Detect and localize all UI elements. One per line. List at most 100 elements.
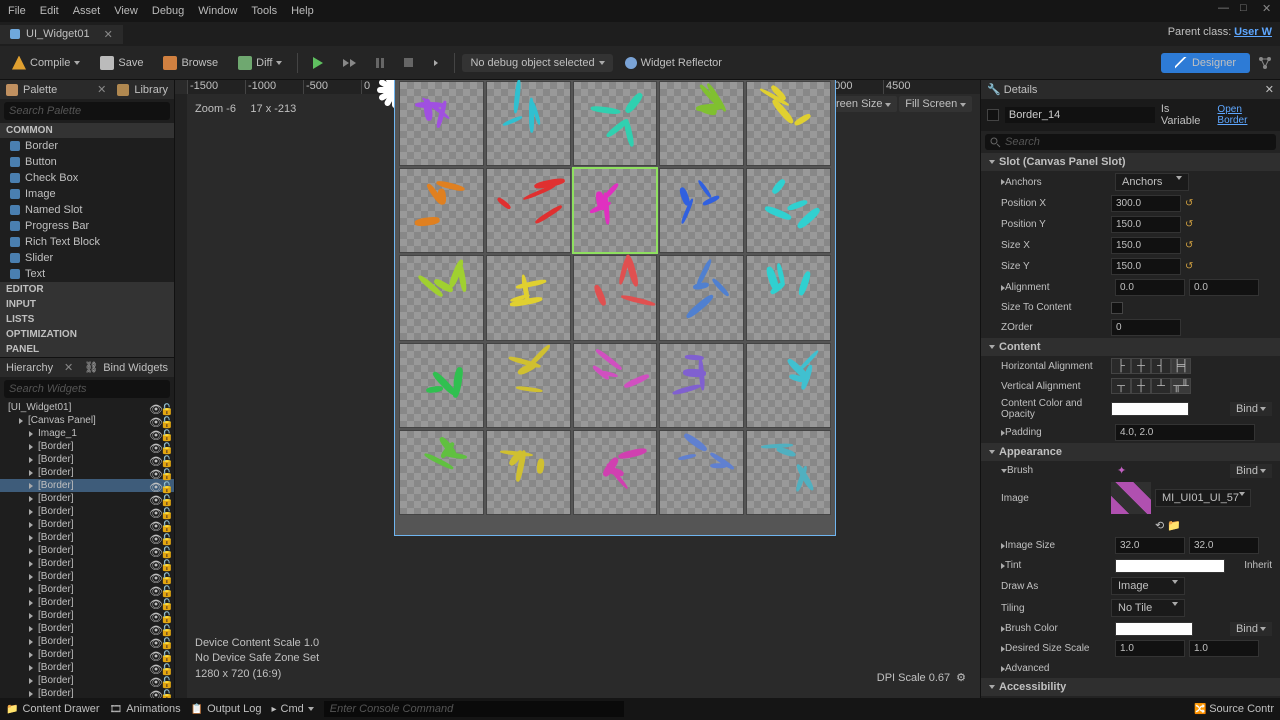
compile-button[interactable]: Compile [4,53,88,73]
output-log-button[interactable]: 📋 Output Log [191,703,262,715]
use-icon[interactable]: ⟲ [1155,519,1164,532]
console-input[interactable]: Enter Console Command [324,701,624,717]
border-widget[interactable] [573,430,658,515]
sizecontent-checkbox[interactable] [1111,302,1123,314]
minimize-icon[interactable]: — [1218,2,1230,14]
advanced-label[interactable]: Advanced [1005,663,1115,674]
hierarchy-item[interactable]: [Border]👁🔓 [0,453,174,466]
bind-button[interactable]: Bind [1230,622,1272,636]
close-icon[interactable]: ✕ [1262,2,1274,14]
diff-button[interactable]: Diff [230,53,290,73]
reset-icon[interactable]: ↺ [1185,198,1193,209]
palette-search[interactable]: Search Palette [4,102,170,120]
skip-button[interactable] [425,58,447,68]
reset-icon[interactable]: ↺ [1185,240,1193,251]
debug-object-dropdown[interactable]: No debug object selected [462,54,612,72]
image-thumbnail[interactable] [1111,482,1151,514]
bind-widgets-tab[interactable]: Bind Widgets [103,362,168,374]
desired-y-input[interactable]: 1.0 [1189,640,1259,657]
border-widget[interactable] [659,343,744,428]
border-widget[interactable] [573,168,658,253]
border-widget[interactable] [659,430,744,515]
image-asset-dropdown[interactable]: MI_UI01_UI_57 [1155,489,1251,507]
slot-category[interactable]: Slot (Canvas Panel Slot) [981,153,1280,171]
align-y-input[interactable]: 0.0 [1189,279,1259,296]
hierarchy-close-icon[interactable]: ✕ [64,361,73,374]
menu-edit[interactable]: Edit [40,5,59,17]
palette-category[interactable]: PANEL [0,342,174,357]
sizex-input[interactable]: 150.0 [1111,237,1181,254]
hierarchy-item[interactable]: [Border]👁🔓 [0,661,174,674]
hierarchy-item[interactable]: [Border]👁🔓 [0,596,174,609]
hierarchy-item[interactable]: [Border]👁🔓 [0,583,174,596]
color-swatch[interactable] [1111,402,1189,416]
menu-tools[interactable]: Tools [251,5,277,17]
tab-widget[interactable]: UI_Widget01 ✕ [0,25,123,44]
palette-close-icon[interactable]: ✕ [97,83,106,96]
imgsize-y-input[interactable]: 32.0 [1189,537,1259,554]
gear-icon[interactable]: ⚙ [956,671,966,684]
valign-buttons[interactable]: ┬┼┴╥╨ [1111,378,1191,394]
border-widget[interactable] [573,343,658,428]
halign-buttons[interactable]: ├┼┤╞╡ [1111,358,1191,374]
palette-item[interactable]: Named Slot [0,202,174,218]
widget-reflector-button[interactable]: Widget Reflector [617,54,730,72]
pause-button[interactable] [368,55,392,71]
hierarchy-item[interactable]: [UI_Widget01]👁🔓 [0,401,174,414]
border-widget[interactable] [399,168,484,253]
bind-button[interactable]: Bind [1230,402,1272,416]
hierarchy-item[interactable]: [Border]👁🔓 [0,635,174,648]
designer-button[interactable]: Designer [1161,53,1250,73]
details-search[interactable]: Search [985,134,1276,150]
palette-item[interactable]: Rich Text Block [0,234,174,250]
palette-category[interactable]: OPTIMIZATION [0,327,174,342]
step-button[interactable] [335,56,364,70]
palette-item[interactable]: Text [0,266,174,282]
border-widget[interactable] [486,81,571,166]
browse-icon[interactable]: 📁 [1167,519,1181,532]
palette-item[interactable]: Border [0,138,174,154]
palette-category[interactable]: LISTS [0,312,174,327]
palette-item[interactable]: Progress Bar [0,218,174,234]
zorder-input[interactable]: 0 [1111,319,1181,336]
hierarchy-item[interactable]: [Border]👁🔓 [0,518,174,531]
hierarchy-item[interactable]: [Border]👁🔓 [0,531,174,544]
border-widget[interactable] [659,81,744,166]
hierarchy-item[interactable]: [Border]👁🔓 [0,479,174,492]
menu-file[interactable]: File [8,5,26,17]
bind-button[interactable]: Bind [1230,464,1272,478]
hierarchy-item[interactable]: [Border]👁🔓 [0,440,174,453]
hierarchy-item[interactable]: Image_1👁🔓 [0,427,174,440]
brushcolor-swatch[interactable] [1115,622,1193,636]
border-widget[interactable] [486,343,571,428]
viewport[interactable]: -1500-1000-50005001000150020002500300035… [175,80,980,700]
palette-item[interactable]: Check Box [0,170,174,186]
hierarchy-item[interactable]: [Border]👁🔓 [0,570,174,583]
posy-input[interactable]: 150.0 [1111,216,1181,233]
hierarchy-item[interactable]: [Border]👁🔓 [0,648,174,661]
accessibility-category[interactable]: Accessibility [981,678,1280,696]
tab-close-icon[interactable]: ✕ [104,28,113,41]
palette-item[interactable]: Image [0,186,174,202]
parent-class-link[interactable]: User W [1234,26,1272,38]
menu-debug[interactable]: Debug [152,5,184,17]
border-widget[interactable] [746,168,831,253]
border-widget[interactable] [486,255,571,340]
maximize-icon[interactable]: □ [1240,2,1252,14]
details-close-icon[interactable]: ✕ [1265,83,1274,96]
stop-button[interactable] [396,55,421,70]
reset-icon[interactable]: ↺ [1185,261,1193,272]
hierarchy-item[interactable]: [Border]👁🔓 [0,622,174,635]
cmd-dropdown[interactable]: ▸ Cmd [272,703,314,715]
hierarchy-search[interactable]: Search Widgets [4,380,170,398]
tint-swatch[interactable] [1115,559,1225,573]
border-widget[interactable] [399,255,484,340]
content-category[interactable]: Content [981,338,1280,356]
imgsize-x-input[interactable]: 32.0 [1115,537,1185,554]
border-widget[interactable] [746,255,831,340]
border-widget[interactable] [399,430,484,515]
border-widget[interactable] [486,168,571,253]
hierarchy-item[interactable]: [Border]👁🔓 [0,544,174,557]
animations-button[interactable]: 🎞 Animations [110,703,181,715]
posx-input[interactable]: 300.0 [1111,195,1181,212]
